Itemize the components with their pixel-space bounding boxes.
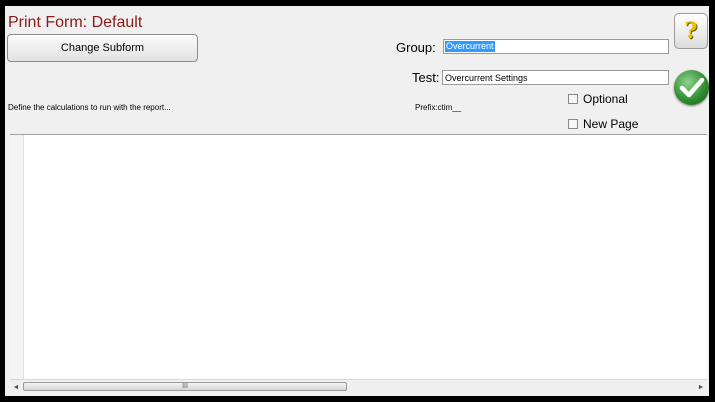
test-field[interactable]: Overcurrent Settings bbox=[442, 70, 669, 85]
new-page-checkbox-box[interactable] bbox=[568, 119, 578, 129]
group-label: Group: bbox=[396, 40, 436, 55]
horizontal-scrollbar[interactable]: ◄ III ► bbox=[10, 379, 707, 394]
page-title: Print Form: Default bbox=[8, 14, 143, 31]
group-field[interactable]: Overcurrent bbox=[443, 39, 669, 54]
ok-button[interactable] bbox=[674, 70, 709, 105]
test-label: Test: bbox=[412, 70, 440, 85]
editor-gutter bbox=[10, 135, 24, 379]
help-button[interactable]: ? bbox=[674, 13, 708, 49]
new-page-label: New Page bbox=[583, 117, 639, 131]
scrollbar-thumb[interactable]: III bbox=[23, 382, 347, 391]
new-page-checkbox[interactable]: New Page bbox=[568, 117, 638, 131]
question-mark-icon: ? bbox=[684, 18, 698, 44]
change-subform-button[interactable]: Change Subform bbox=[7, 34, 198, 62]
calculation-editor[interactable] bbox=[10, 134, 707, 379]
grip-icon: III bbox=[182, 383, 188, 390]
print-form-window: Print Form: Default Change Subform Group… bbox=[5, 6, 709, 396]
prefix-text: Prefix:ctim__ bbox=[415, 103, 462, 112]
optional-label: Optional bbox=[583, 92, 628, 106]
scroll-left-icon[interactable]: ◄ bbox=[10, 380, 22, 394]
optional-checkbox[interactable]: Optional bbox=[568, 92, 628, 106]
checkmark-icon bbox=[679, 77, 705, 98]
group-field-value: Overcurrent bbox=[445, 41, 495, 52]
description-text: Define the calculations to run with the … bbox=[8, 103, 171, 112]
scroll-right-icon[interactable]: ► bbox=[695, 380, 707, 394]
optional-checkbox-box[interactable] bbox=[568, 94, 578, 104]
